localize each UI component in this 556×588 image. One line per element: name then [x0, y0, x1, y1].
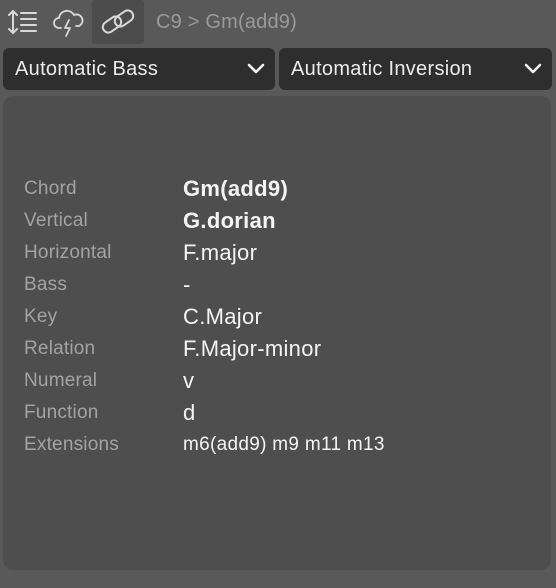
- info-value: G.dorian: [183, 208, 276, 233]
- info-row-numeral: Numeral v: [3, 366, 551, 398]
- chevron-down-icon: [247, 63, 265, 74]
- line-spacing-button[interactable]: [0, 0, 46, 44]
- info-row-key: Key C.Major: [3, 302, 551, 334]
- info-label: Numeral: [24, 370, 98, 391]
- info-value: F.major: [183, 240, 258, 265]
- dropdown-row: Automatic Bass Automatic Inversion: [0, 48, 556, 92]
- info-value: Gm(add9): [183, 176, 289, 201]
- info-row-chord: Chord Gm(add9): [3, 174, 551, 206]
- info-label: Vertical: [24, 210, 88, 231]
- info-value: C.Major: [183, 304, 263, 329]
- info-row-extensions: Extensions m6(add9) m9 m11 m13: [3, 430, 551, 462]
- breadcrumb: C9 > Gm(add9): [156, 10, 297, 33]
- info-label: Key: [24, 306, 58, 327]
- toolbar: C9 > Gm(add9): [0, 0, 556, 44]
- cloud-lightning-icon: [53, 9, 84, 37]
- info-row-bass: Bass -: [3, 270, 551, 302]
- info-label: Relation: [24, 338, 96, 359]
- info-label: Horizontal: [24, 242, 112, 263]
- info-value: m6(add9) m9 m11 m13: [183, 434, 385, 455]
- info-value: d: [183, 400, 196, 425]
- info-label: Bass: [24, 274, 68, 295]
- inversion-select-value: Automatic Inversion: [291, 57, 473, 80]
- chevron-down-icon: [524, 63, 542, 74]
- info-row-function: Function d: [3, 398, 551, 430]
- chord-info-panel: Chord Gm(add9) Vertical G.dorian Horizon…: [3, 96, 551, 570]
- cloud-lightning-button[interactable]: [46, 0, 92, 44]
- info-row-vertical: Vertical G.dorian: [3, 206, 551, 238]
- link-icon: [101, 9, 135, 34]
- info-row-relation: Relation F.Major-minor: [3, 334, 551, 366]
- info-label: Extensions: [24, 434, 119, 455]
- inversion-select[interactable]: Automatic Inversion: [279, 48, 552, 90]
- link-button[interactable]: [92, 0, 144, 44]
- bass-select-value: Automatic Bass: [15, 57, 159, 80]
- info-value: v: [183, 368, 195, 393]
- bass-select[interactable]: Automatic Bass: [3, 48, 275, 90]
- chord-inspector: C9 > Gm(add9) Automatic Bass Automatic I…: [0, 0, 556, 588]
- line-spacing-icon: [8, 9, 37, 35]
- info-label: Chord: [24, 178, 77, 199]
- info-value: -: [183, 272, 191, 297]
- info-label: Function: [24, 402, 99, 423]
- info-row-horizontal: Horizontal F.major: [3, 238, 551, 270]
- info-value: F.Major-minor: [183, 336, 322, 361]
